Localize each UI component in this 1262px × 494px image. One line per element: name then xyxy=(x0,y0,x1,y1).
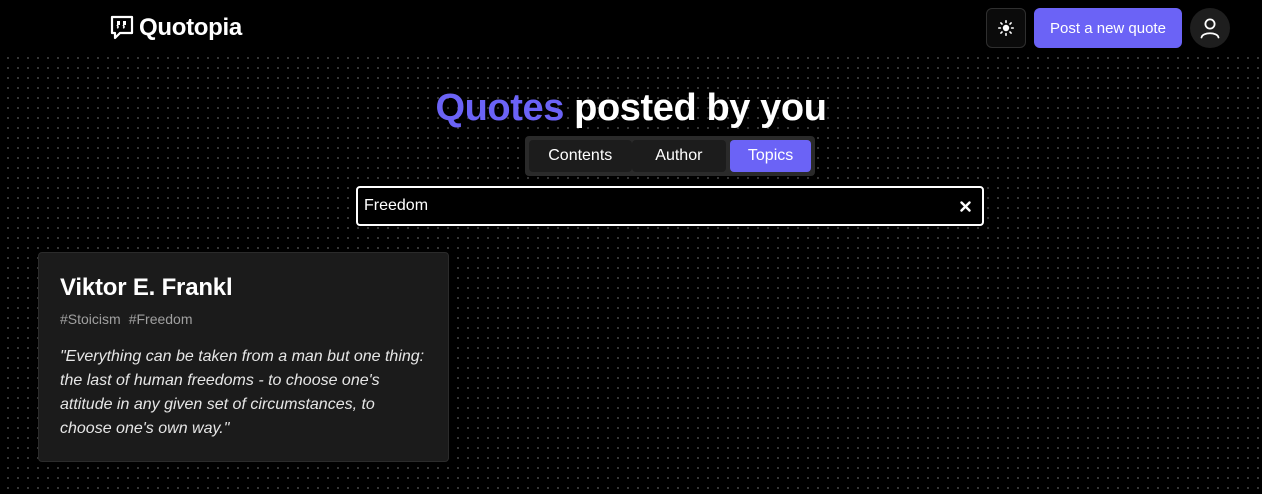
tag-freedom[interactable]: #Freedom xyxy=(129,311,193,327)
theme-toggle-button[interactable] xyxy=(986,8,1026,48)
tab-contents[interactable]: Contents xyxy=(529,140,632,172)
sun-icon xyxy=(998,20,1014,36)
quote-bubble-icon xyxy=(110,15,134,40)
brand-logo-link[interactable]: Quotopia xyxy=(109,14,242,42)
close-icon xyxy=(959,200,971,212)
quote-author: Viktor E. Frankl xyxy=(60,274,233,301)
brand-name: Quotopia xyxy=(139,14,242,41)
quote-card[interactable]: Viktor E. Frankl #Stoicism #Freedom "Eve… xyxy=(38,252,449,462)
tab-author[interactable]: Author xyxy=(631,140,727,172)
tag-stoicism[interactable]: #Stoicism xyxy=(60,311,121,327)
user-icon xyxy=(1200,18,1220,39)
top-navbar: Quotopia Post a new quote xyxy=(0,0,1262,56)
page-title-rest: posted by you xyxy=(574,87,827,129)
search-input[interactable] xyxy=(358,188,948,224)
user-avatar-button[interactable] xyxy=(1190,8,1230,48)
tab-topics[interactable]: Topics xyxy=(730,140,812,172)
quote-tags: #Stoicism #Freedom xyxy=(60,311,427,327)
clear-search-button[interactable] xyxy=(948,188,982,224)
search-box xyxy=(356,186,984,226)
post-new-quote-button[interactable]: Post a new quote xyxy=(1034,8,1182,48)
page-title: Quotes posted by you xyxy=(0,84,1262,132)
page-title-accent: Quotes xyxy=(435,87,564,129)
quote-text: "Everything can be taken from a man but … xyxy=(60,348,425,437)
search-filter-tabs: Contents Author Topics xyxy=(525,136,815,176)
